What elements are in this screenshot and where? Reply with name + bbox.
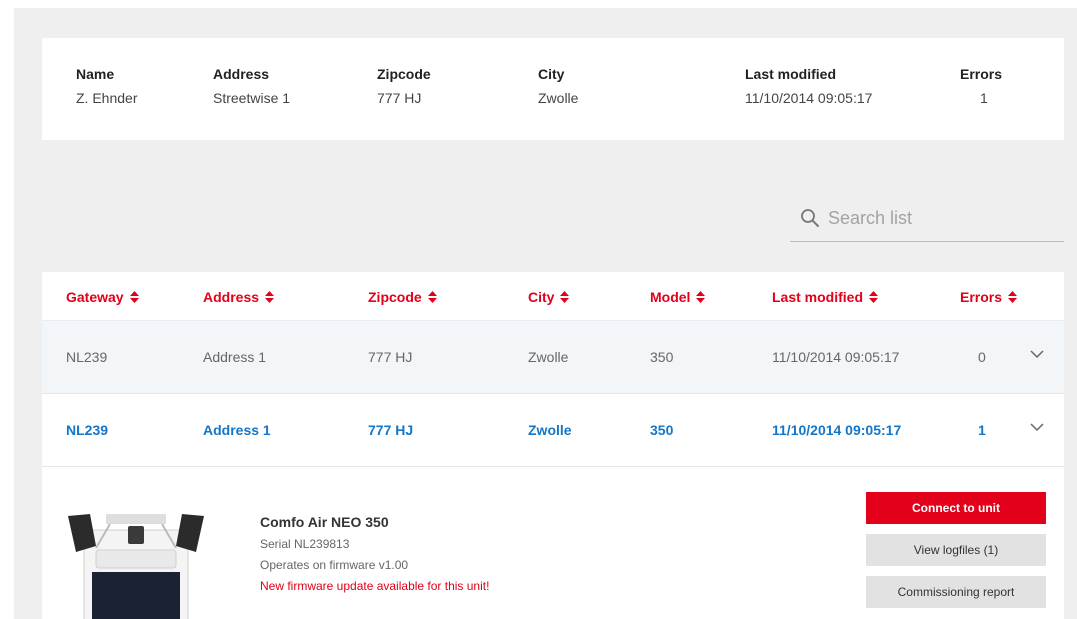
cell-zipcode: 777 HJ — [368, 349, 413, 365]
summary-errors: Errors 1 — [960, 66, 1002, 106]
summary-value-name: Z. Ehnder — [76, 90, 138, 106]
sort-icon — [265, 291, 275, 303]
sort-icon — [427, 291, 437, 303]
cell-model: 350 — [650, 349, 674, 365]
summary-value-city: Zwolle — [538, 90, 579, 106]
column-header-label: City — [528, 289, 555, 305]
column-header-label: Last modified — [772, 289, 864, 305]
summary-value-address: Streetwise 1 — [213, 90, 291, 106]
page-background: Name Z. Ehnder Address Streetwise 1 Zipc… — [14, 8, 1077, 619]
connect-to-unit-button[interactable]: Connect to unit — [866, 492, 1046, 524]
cell-gateway: NL239 — [66, 349, 108, 365]
cell-city: Zwolle — [528, 349, 569, 365]
summary-last-modified: Last modified 11/10/2014 09:05:17 — [745, 66, 872, 106]
summary-label-address: Address — [213, 66, 270, 82]
summary-address: Address Streetwise 1 — [213, 66, 290, 106]
cell-address: Address 1 — [203, 422, 271, 438]
unit-info: Comfo Air NEO 350 Serial NL239813 Operat… — [260, 514, 489, 593]
column-header-label: Errors — [960, 289, 1003, 305]
chevron-down-icon[interactable] — [1030, 422, 1044, 432]
cell-errors: 0 — [978, 349, 986, 365]
search-icon — [801, 209, 819, 227]
column-header-label: Model — [650, 289, 691, 305]
cell-errors: 1 — [978, 422, 986, 438]
summary-value-zipcode: 777 HJ — [377, 90, 422, 106]
column-header-errors[interactable]: Errors — [960, 289, 1018, 305]
commissioning-report-button[interactable]: Commissioning report — [866, 576, 1046, 608]
unit-product-image — [68, 514, 204, 619]
cell-model: 350 — [650, 422, 674, 438]
unit-serial: Serial NL239813 — [260, 537, 350, 551]
cell-city: Zwolle — [528, 422, 572, 438]
table-row[interactable]: NL239 Address 1 777 HJ Zwolle 350 11/10/… — [42, 320, 1064, 394]
table-header: Gateway Address Zipcode City Model Last … — [42, 272, 1064, 320]
column-header-model[interactable]: Model — [650, 289, 706, 305]
summary-value-last-modified: 11/10/2014 09:05:17 — [745, 90, 873, 106]
sort-icon — [129, 291, 139, 303]
column-header-label: Zipcode — [368, 289, 422, 305]
sort-icon — [1008, 291, 1018, 303]
summary-city: City Zwolle — [538, 66, 578, 106]
gateway-table: Gateway Address Zipcode City Model Last … — [42, 272, 1064, 619]
column-header-address[interactable]: Address — [203, 289, 275, 305]
column-header-city[interactable]: City — [528, 289, 570, 305]
unit-details-panel: Comfo Air NEO 350 Serial NL239813 Operat… — [42, 468, 1064, 619]
search-input[interactable] — [826, 206, 1060, 230]
cell-zipcode: 777 HJ — [368, 422, 414, 438]
column-header-label: Gateway — [66, 289, 124, 305]
summary-label-last-modified: Last modified — [745, 66, 837, 82]
summary-name: Name Z. Ehnder — [76, 66, 137, 106]
column-header-last-modified[interactable]: Last modified — [772, 289, 879, 305]
unit-name: Comfo Air NEO 350 — [260, 514, 389, 530]
column-header-label: Address — [203, 289, 260, 305]
summary-label-zipcode: Zipcode — [377, 66, 431, 82]
table-row-expanded[interactable]: NL239 Address 1 777 HJ Zwolle 350 11/10/… — [42, 394, 1064, 467]
summary-label-errors: Errors — [960, 66, 1003, 82]
search-box[interactable] — [790, 204, 1064, 242]
summary-value-errors: 1 — [980, 90, 988, 106]
firmware-update-notice: New firmware update available for this u… — [260, 579, 490, 593]
cell-gateway: NL239 — [66, 422, 109, 438]
cell-last-modified: 11/10/2014 09:05:17 — [772, 422, 902, 438]
summary-label-city: City — [538, 66, 565, 82]
cell-last-modified: 11/10/2014 09:05:17 — [772, 349, 900, 365]
chevron-down-icon[interactable] — [1030, 349, 1044, 359]
customer-summary-card: Name Z. Ehnder Address Streetwise 1 Zipc… — [42, 38, 1064, 140]
column-header-zipcode[interactable]: Zipcode — [368, 289, 437, 305]
column-header-gateway[interactable]: Gateway — [66, 289, 139, 305]
sort-icon — [869, 291, 879, 303]
sort-icon — [560, 291, 570, 303]
unit-firmware: Operates on firmware v1.00 — [260, 558, 409, 572]
summary-label-name: Name — [76, 66, 115, 82]
cell-address: Address 1 — [203, 349, 267, 365]
view-logfiles-button[interactable]: View logfiles (1) — [866, 534, 1046, 566]
sort-icon — [696, 291, 706, 303]
summary-zipcode: Zipcode 777 HJ — [377, 66, 431, 106]
